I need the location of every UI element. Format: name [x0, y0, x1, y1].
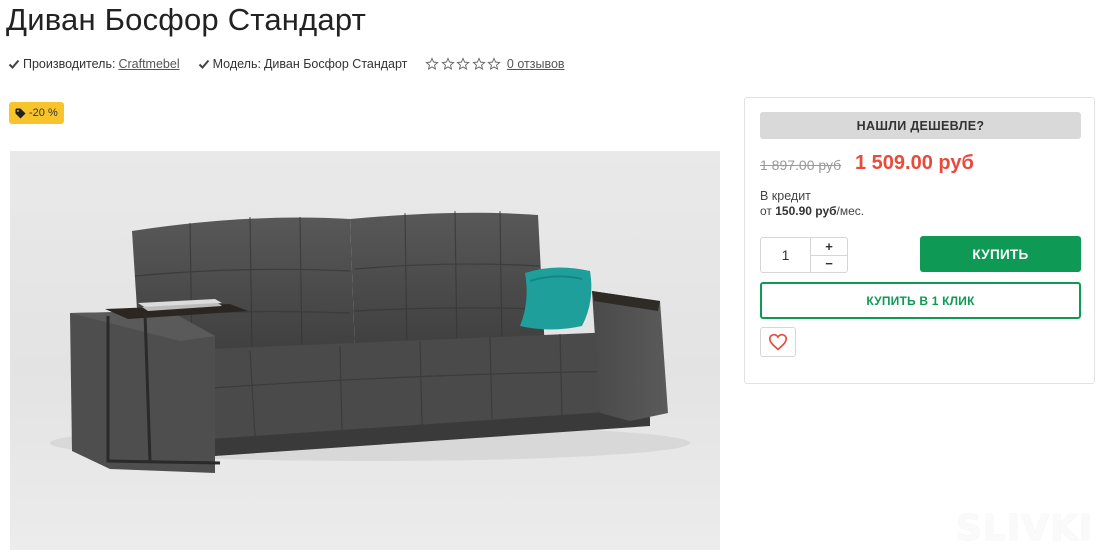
star-outline-icon[interactable]	[487, 57, 502, 71]
current-price: 1 509.00 руб	[855, 152, 974, 174]
sofa-image	[50, 210, 690, 473]
page-title: Диван Босфор Стандарт	[6, 2, 366, 37]
star-outline-icon[interactable]	[425, 57, 440, 71]
quantity-stepper: 1 + −	[760, 237, 848, 273]
discount-badge: -20 %	[9, 102, 64, 124]
star-outline-icon[interactable]	[472, 57, 486, 71]
check-icon	[198, 59, 209, 69]
rating-stars: 0 отзывов	[425, 57, 565, 71]
discount-text: -20 %	[29, 107, 58, 119]
model-label: Модель:	[212, 57, 261, 71]
old-price: 1 897.00 руб	[760, 157, 842, 173]
manufacturer-label: Производитель:	[23, 57, 116, 71]
check-icon	[8, 59, 20, 69]
quantity-buttons: + −	[811, 238, 847, 272]
tag-icon	[15, 107, 26, 119]
star-outline-icon[interactable]	[456, 57, 471, 71]
quantity-input[interactable]: 1	[761, 238, 811, 272]
add-to-wishlist-button[interactable]	[760, 327, 796, 357]
product-image[interactable]	[10, 151, 720, 550]
credit-prefix: от	[760, 204, 772, 218]
reviews-link[interactable]: 0 отзывов	[507, 57, 565, 71]
buy-button[interactable]: КУПИТЬ	[920, 236, 1081, 272]
manufacturer-info: Производитель: Craftmebel	[8, 57, 180, 71]
credit-suffix: /мес.	[836, 204, 865, 218]
credit-offer: от 150.90 руб/мес.	[760, 204, 864, 218]
heart-outline-icon	[768, 333, 788, 351]
product-meta: Производитель: Craftmebel Модель: Диван …	[8, 57, 565, 71]
quantity-increase-button[interactable]: +	[811, 238, 847, 256]
star-outline-icon[interactable]	[441, 57, 455, 71]
credit-amount: 150.90 руб	[775, 204, 837, 218]
quantity-decrease-button[interactable]: −	[811, 256, 847, 273]
watermark: SLIVKI	[956, 508, 1094, 549]
model-info: Модель: Диван Босфор Стандарт	[198, 57, 408, 71]
model-value: Диван Босфор Стандарт	[263, 57, 408, 71]
found-cheaper-button[interactable]: НАШЛИ ДЕШЕВЛЕ?	[760, 112, 1081, 139]
manufacturer-link[interactable]: Craftmebel	[118, 57, 179, 71]
credit-label: В кредит	[760, 189, 811, 203]
buy-one-click-button[interactable]: КУПИТЬ В 1 КЛИК	[760, 282, 1081, 319]
purchase-panel: НАШЛИ ДЕШЕВЛЕ? 1 897.00 руб 1 509.00 руб…	[744, 97, 1095, 384]
